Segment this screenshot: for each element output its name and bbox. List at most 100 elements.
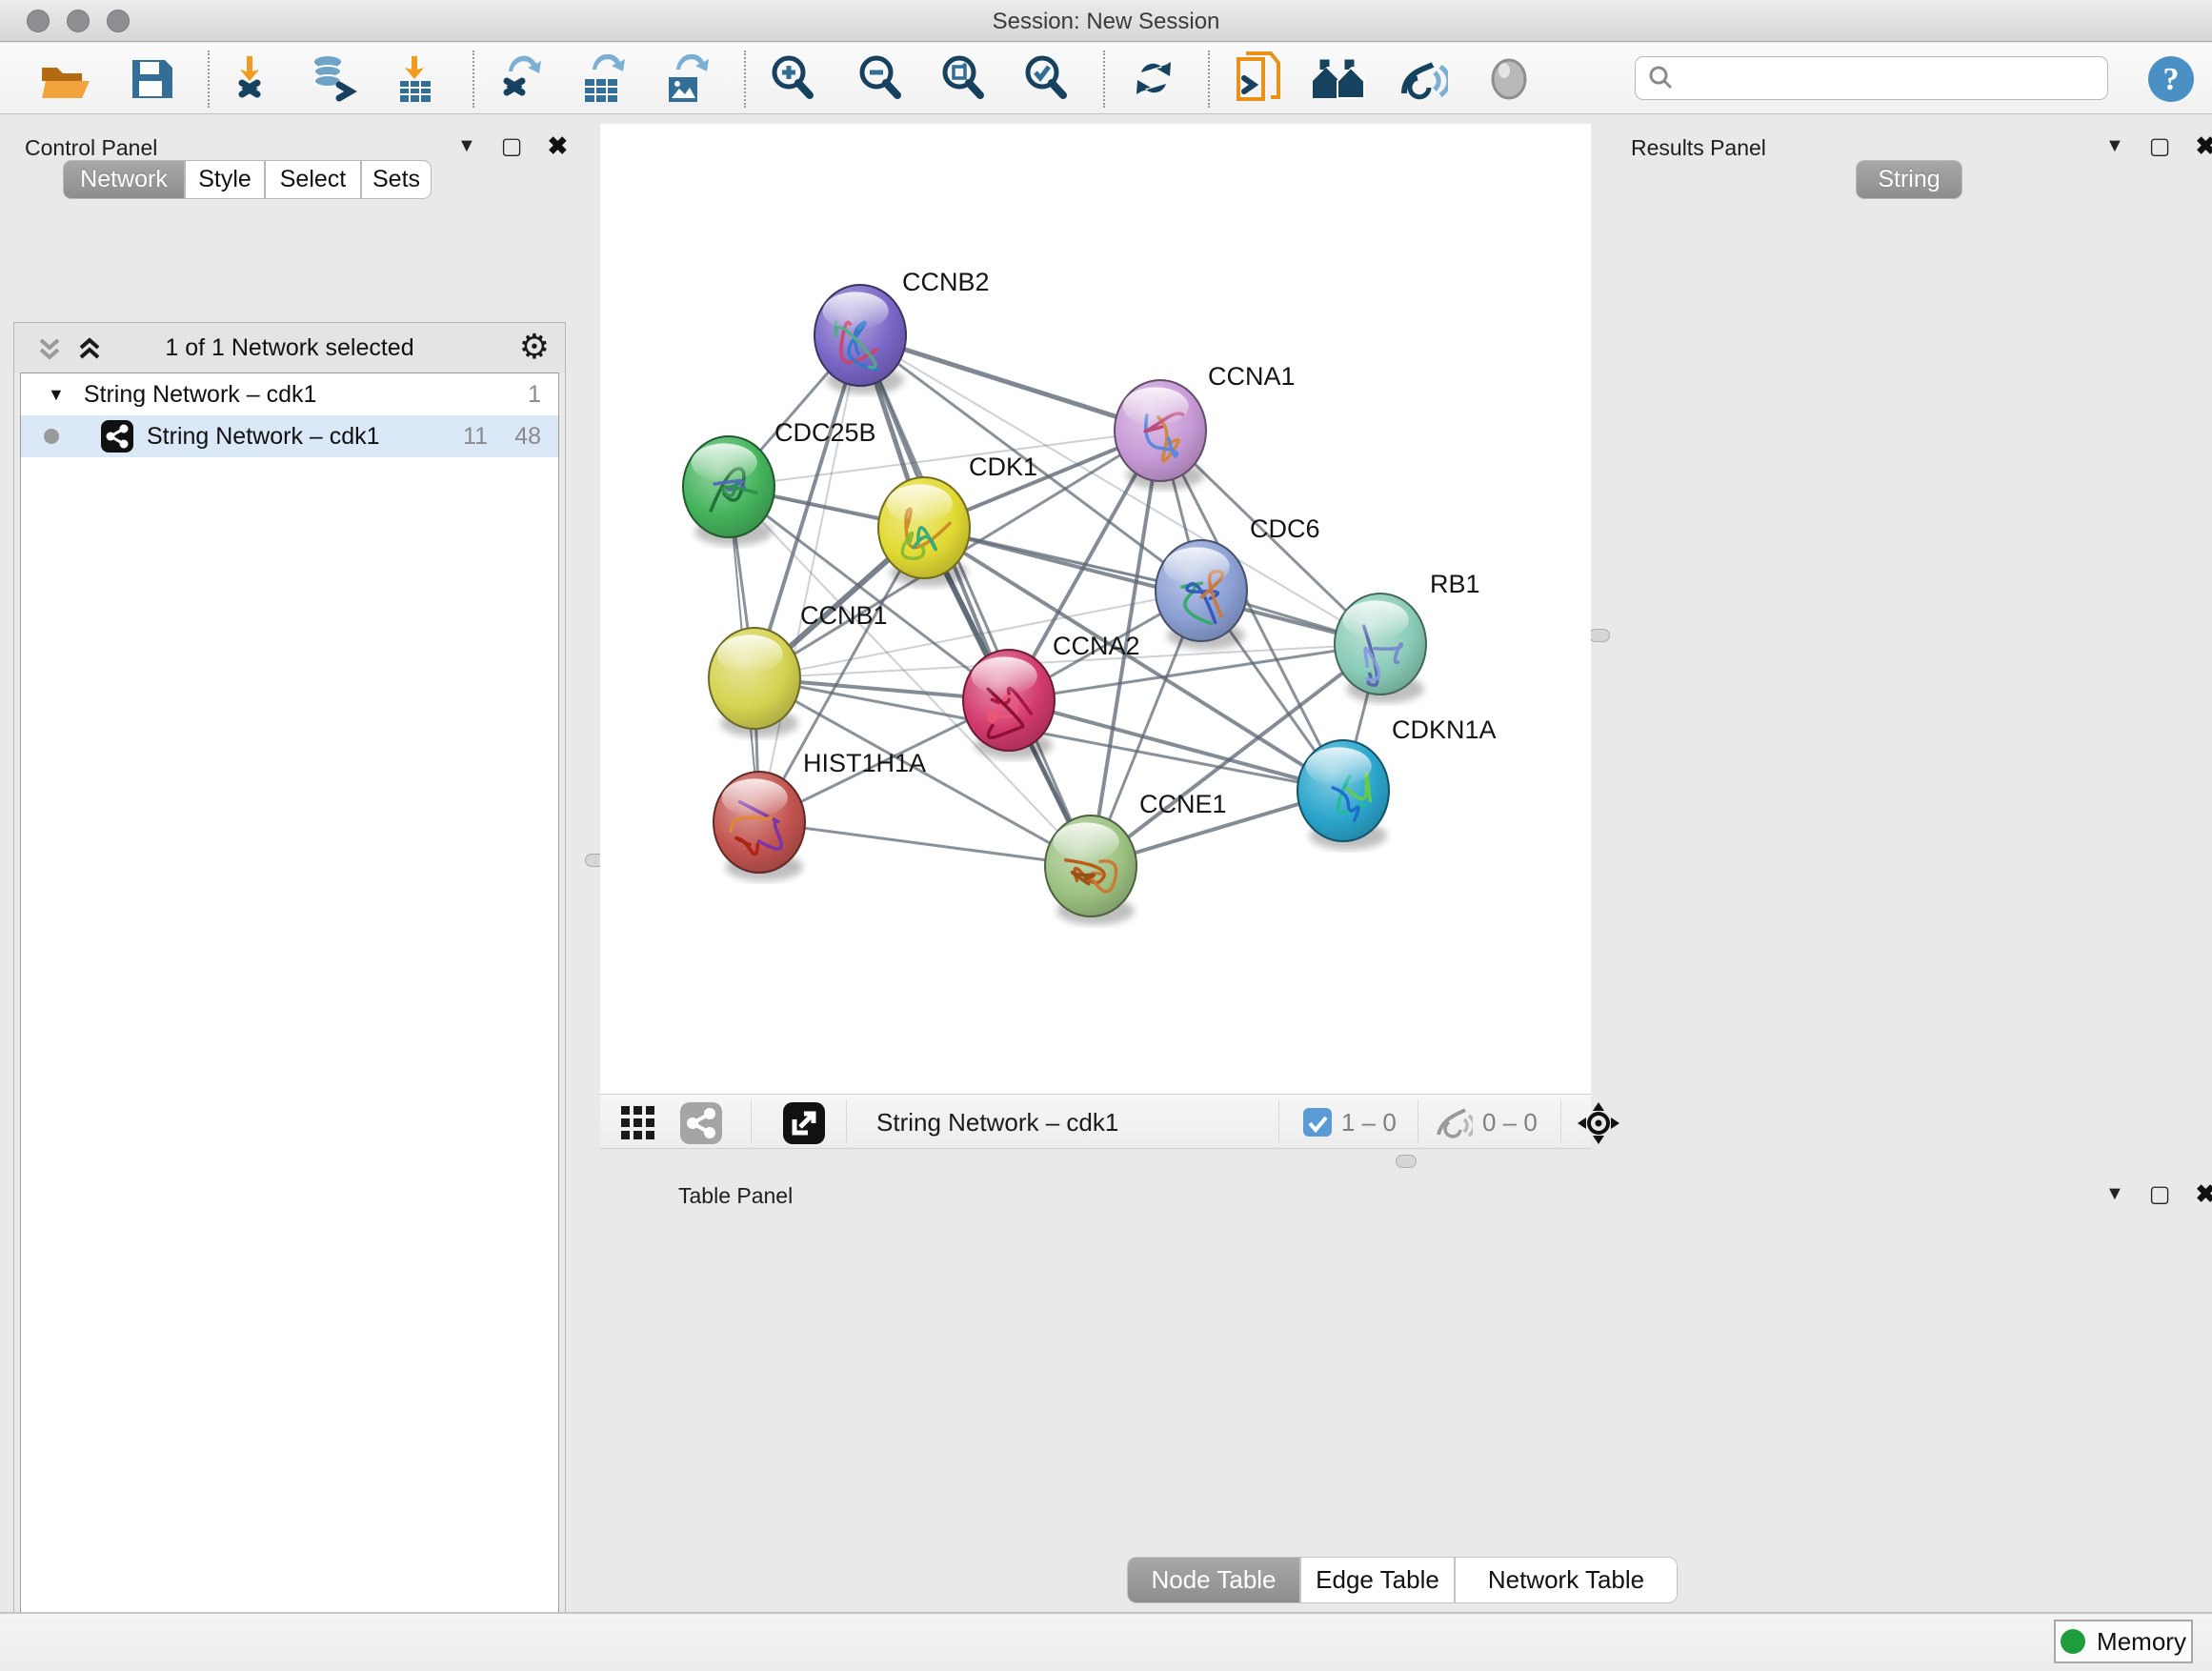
node-label-CDKN1A: CDKN1A xyxy=(1392,715,1497,744)
status-bar: Memory xyxy=(0,1612,2212,1671)
network-label: String Network – cdk1 xyxy=(147,423,380,451)
collection-caret-icon[interactable]: ▼ xyxy=(48,385,65,405)
svg-text:?: ? xyxy=(2163,62,2180,97)
hidden-eye-icon[interactable] xyxy=(1435,1106,1473,1138)
node-CCNB1[interactable]: CCNB1 xyxy=(709,601,888,737)
table-tabs: Node TableEdge TableNetwork Table xyxy=(1127,1557,1678,1603)
tab-style[interactable]: Style xyxy=(185,160,265,199)
edge-CCNA2-CDKN1A[interactable] xyxy=(1009,700,1343,791)
zoom-selected-icon[interactable] xyxy=(1021,54,1073,104)
open-session-icon[interactable] xyxy=(38,54,91,104)
control-panel-collapse-icon[interactable]: ▼ xyxy=(457,135,476,157)
tab-edge-table[interactable]: Edge Table xyxy=(1300,1557,1455,1603)
network-list: ▼ String Network – cdk1 1 String Network… xyxy=(20,372,559,1671)
zoom-fit-icon[interactable] xyxy=(938,54,990,104)
selected-checkbox-icon[interactable] xyxy=(1303,1108,1332,1137)
node-label-CDK1: CDK1 xyxy=(969,453,1037,481)
network-type-icon xyxy=(101,420,133,453)
node-CDC6[interactable]: CDC6 xyxy=(1156,514,1320,650)
network-edge-count: 48 xyxy=(514,423,541,451)
results-panel-close-icon[interactable]: ✖ xyxy=(2195,131,2212,161)
network-canvas[interactable]: CCNB2CCNA1CDC25BCDK1CDC6RB1CCNB1CCNA2CDK… xyxy=(600,124,1591,1094)
node-RB1[interactable]: RB1 xyxy=(1335,570,1480,703)
node-CCNE1[interactable]: CCNE1 xyxy=(1045,790,1227,925)
import-network-icon[interactable] xyxy=(229,54,276,104)
edge-CCNB2-CCNE1[interactable] xyxy=(860,335,1091,866)
node-label-CCNE1: CCNE1 xyxy=(1139,790,1227,818)
node-label-RB1: RB1 xyxy=(1430,570,1480,598)
tab-string[interactable]: String xyxy=(1856,160,1962,199)
bottom-splitter-handle[interactable] xyxy=(1396,1155,1417,1168)
network-selected-status: 1 of 1 Network selected xyxy=(14,334,565,362)
control-panel-close-icon[interactable]: ✖ xyxy=(547,131,568,161)
edge-CDK1-RB1[interactable] xyxy=(924,528,1380,644)
import-table-icon[interactable] xyxy=(392,54,442,104)
table-panel-title: Table Panel xyxy=(678,1183,793,1209)
zoom-out-icon[interactable] xyxy=(855,54,907,104)
network-collection-row[interactable]: ▼ String Network – cdk1 1 xyxy=(21,373,558,415)
node-label-CCNA2: CCNA2 xyxy=(1053,632,1140,660)
window-title: Session: New Session xyxy=(0,9,2212,35)
results-panel: Results Panel ▼ ▢ ✖ String Expand All Co… xyxy=(1610,114,2212,1174)
node-CCNB2[interactable]: CCNB2 xyxy=(814,268,990,394)
memory-label: Memory xyxy=(2097,1627,2186,1657)
hidden-count: 0 – 0 xyxy=(1482,1108,1538,1137)
results-panel-float-icon[interactable]: ▢ xyxy=(2149,132,2171,160)
results-panel-collapse-icon[interactable]: ▼ xyxy=(2105,135,2124,157)
memory-status-dot-icon xyxy=(2061,1629,2085,1654)
network-row[interactable]: String Network – cdk1 11 48 xyxy=(21,415,558,457)
control-panel-tabs: NetworkStyleSelectSets xyxy=(63,160,432,199)
node-label-CDC6: CDC6 xyxy=(1250,514,1320,543)
export-table-icon[interactable] xyxy=(577,54,629,104)
network-node-count: 11 xyxy=(463,423,488,451)
node-label-HIST1H1A: HIST1H1A xyxy=(803,749,926,777)
main-toolbar: ? xyxy=(0,43,2212,114)
tab-network[interactable]: Network xyxy=(63,160,185,199)
zoom-in-icon[interactable] xyxy=(768,54,819,104)
table-panel: Table Panel ▼ ▢ ✖ ⚙ f(x) shared namename… xyxy=(619,1174,2212,1612)
network-view-toolbar: String Network – cdk1 1 – 0 0 – 0 xyxy=(600,1094,1591,1149)
birdseye-grid-icon[interactable] xyxy=(621,1106,657,1140)
network-from-clipboard-icon[interactable] xyxy=(1233,54,1282,104)
app-window: Session: New Session xyxy=(0,0,2212,1671)
export-network-icon[interactable] xyxy=(495,54,547,104)
save-session-icon[interactable] xyxy=(129,54,174,104)
table-panel-close-icon[interactable]: ✖ xyxy=(2195,1179,2212,1209)
open-in-new-window-icon[interactable] xyxy=(783,1102,825,1144)
refresh-icon[interactable] xyxy=(1128,54,1179,104)
table-panel-collapse-icon[interactable]: ▼ xyxy=(2105,1183,2124,1205)
import-database-icon[interactable] xyxy=(307,54,360,104)
node-label-CCNA1: CCNA1 xyxy=(1208,362,1296,391)
network-options-gear-icon[interactable]: ⚙ xyxy=(519,327,550,367)
help-icon[interactable]: ? xyxy=(2145,54,2197,104)
node-CCNA1[interactable]: CCNA1 xyxy=(1115,362,1296,490)
tab-sets[interactable]: Sets xyxy=(361,160,432,199)
search-input[interactable] xyxy=(1635,56,2108,100)
search-icon xyxy=(1647,64,1676,92)
control-panel-float-icon[interactable]: ▢ xyxy=(501,132,523,160)
node-label-CCNB1: CCNB1 xyxy=(800,601,888,630)
hide-panel-eye-icon[interactable] xyxy=(1397,54,1448,104)
network-share-icon[interactable] xyxy=(680,1102,722,1144)
export-image-icon[interactable] xyxy=(659,54,711,104)
string-home-icon[interactable] xyxy=(1311,54,1368,104)
collection-count: 1 xyxy=(528,381,541,409)
network-view-title: String Network – cdk1 xyxy=(876,1108,1118,1137)
table-panel-float-icon[interactable]: ▢ xyxy=(2149,1180,2171,1208)
edge-CCNB2-CCNA1[interactable] xyxy=(860,335,1160,431)
memory-button[interactable]: Memory xyxy=(2054,1620,2193,1663)
tab-network-table[interactable]: Network Table xyxy=(1455,1557,1678,1603)
edge-HIST1H1A-CCNE1[interactable] xyxy=(759,822,1091,866)
node-CDKN1A[interactable]: CDKN1A xyxy=(1297,715,1497,850)
network-current-dot-icon xyxy=(44,429,59,444)
results-panel-title: Results Panel xyxy=(1631,135,1766,161)
sphere-icon xyxy=(1484,54,1534,104)
node-HIST1H1A[interactable]: HIST1H1A xyxy=(714,749,926,881)
tab-node-table[interactable]: Node Table xyxy=(1127,1557,1300,1603)
control-panel-title: Control Panel xyxy=(25,135,157,161)
collection-label: String Network – cdk1 xyxy=(84,381,317,409)
selected-count: 1 – 0 xyxy=(1341,1108,1397,1137)
tab-select[interactable]: Select xyxy=(265,160,361,199)
control-panel: Control Panel ▼ ▢ ✖ NetworkStyleSelectSe… xyxy=(0,114,591,1612)
right-splitter-handle[interactable] xyxy=(1589,629,1610,642)
